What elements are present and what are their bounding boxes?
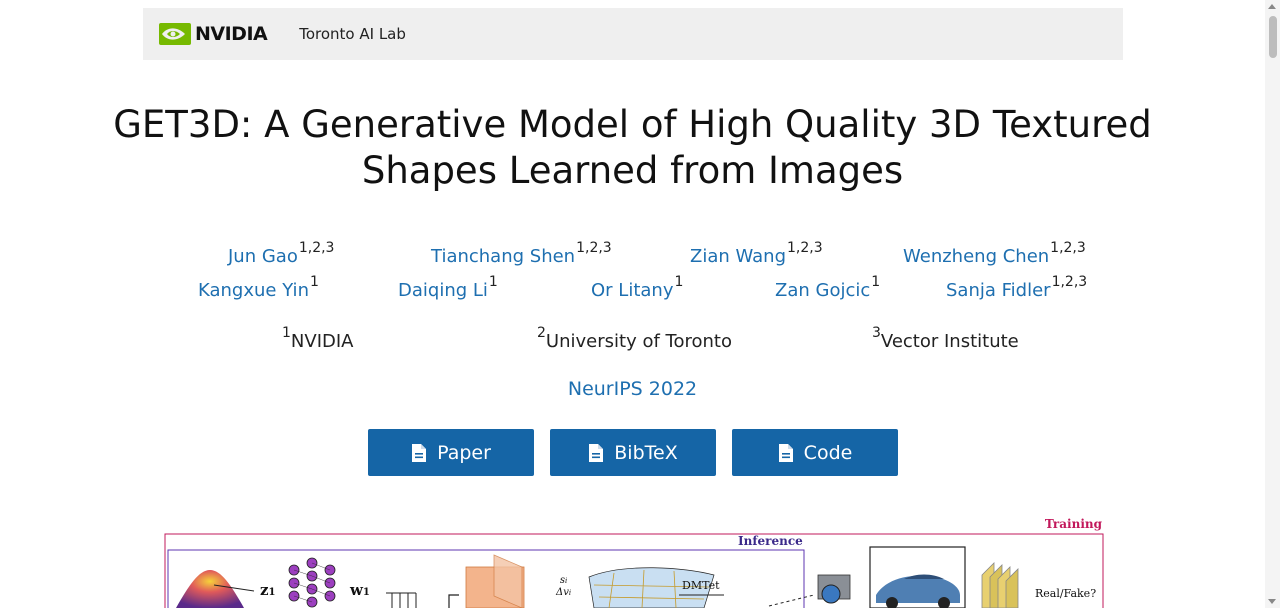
vertical-scrollbar[interactable] — [1265, 0, 1280, 608]
dmtet-label: DMTet — [682, 579, 720, 592]
author-affil-sup: 1 — [488, 274, 498, 290]
author-name[interactable]: Wenzheng Chen — [903, 246, 1049, 267]
file-icon — [589, 443, 604, 462]
bibtex-button-label[interactable]: BibTeX — [614, 442, 677, 464]
pipeline-diagram — [164, 533, 1104, 608]
affiliation-sup: 3 — [872, 325, 881, 341]
affiliation-sup: 2 — [537, 325, 546, 341]
bibtex-button[interactable]: BibTeX — [550, 429, 716, 476]
affiliation-nvidia: 1NVIDIA — [282, 325, 354, 352]
page-title: GET3D: A Generative Model of High Qualit… — [0, 102, 1265, 194]
author-name[interactable]: Or Litany — [591, 280, 673, 301]
title-line-2: Shapes Learned from Images — [361, 149, 904, 192]
author-link[interactable]: Sanja Fidler1,2,3 — [946, 274, 1087, 301]
author-name[interactable]: Kangxue Yin — [198, 280, 309, 301]
dv-label: Δv — [556, 587, 569, 598]
affiliation-name: University of Toronto — [545, 331, 732, 352]
author-name[interactable]: Jun Gao — [228, 246, 298, 267]
author-affil-sup: 1,2,3 — [298, 240, 335, 256]
w-label: w1 — [350, 581, 370, 599]
z-label-text: z — [260, 581, 269, 599]
author-link[interactable]: Daiqing Li1 — [398, 274, 498, 301]
file-icon — [412, 443, 427, 462]
author-link[interactable]: Zian Wang1,2,3 — [690, 240, 823, 267]
z-label-sub: 1 — [268, 587, 276, 598]
affiliation-name: Vector Institute — [880, 331, 1019, 352]
nvidia-logo[interactable]: NVIDIA — [159, 8, 268, 60]
scroll-down-arrow-icon[interactable] — [1268, 599, 1276, 604]
code-button-label[interactable]: Code — [804, 442, 853, 464]
paper-button-label[interactable]: Paper — [437, 442, 491, 464]
title-line-1: GET3D: A Generative Model of High Qualit… — [113, 103, 1152, 146]
author-name[interactable]: Zan Gojcic — [775, 280, 870, 301]
author-link[interactable]: Jun Gao1,2,3 — [228, 240, 334, 267]
venue-text[interactable]: NeurIPS 2022 — [568, 378, 697, 400]
s-label-sub: i — [565, 577, 568, 585]
author-affil-sup: 1,2,3 — [787, 240, 823, 256]
author-affil-sup: 1 — [309, 274, 319, 290]
author-affil-sup: 1,2,3 — [1051, 274, 1088, 290]
nvidia-wordmark: NVIDIA — [195, 23, 268, 45]
scrollbar-thumb[interactable] — [1269, 16, 1277, 58]
author-affil-sup: 1,2,3 — [1050, 240, 1086, 256]
nvidia-eye-icon — [159, 23, 191, 45]
real-fake-label: Real/Fake? — [1035, 587, 1097, 600]
author-name[interactable]: Sanja Fidler — [946, 280, 1051, 301]
author-affil-sup: 1 — [871, 274, 881, 290]
author-affil-sup: 1,2,3 — [576, 240, 612, 256]
w-label-text: w — [350, 581, 363, 599]
venue-link[interactable]: NeurIPS 2022 — [0, 378, 1265, 400]
file-icon — [778, 443, 793, 462]
scroll-up-arrow-icon[interactable] — [1268, 4, 1276, 9]
author-name[interactable]: Zian Wang — [690, 246, 786, 267]
inference-label: Inference — [738, 534, 803, 548]
author-affil-sup: 1 — [674, 274, 684, 290]
affiliation-toronto: 2University of Toronto — [537, 325, 732, 352]
training-label: Training — [1044, 517, 1102, 531]
author-link[interactable]: Or Litany1 — [591, 274, 683, 301]
w-label-sub: 1 — [362, 587, 370, 598]
lab-name[interactable]: Toronto AI Lab — [299, 25, 406, 43]
affiliation-sup: 1 — [282, 325, 291, 341]
paper-button[interactable]: Paper — [368, 429, 534, 476]
affiliation-name: NVIDIA — [290, 331, 354, 352]
author-link[interactable]: Wenzheng Chen1,2,3 — [903, 240, 1086, 267]
author-link[interactable]: Tianchang Shen1,2,3 — [431, 240, 612, 267]
z-label: z1 — [260, 581, 276, 599]
author-name[interactable]: Tianchang Shen — [431, 246, 575, 267]
sdf-deform-label: si Δvi — [556, 575, 571, 599]
pipeline-figure: Training Inference z1 w1 si Δvi DMTet Re… — [164, 515, 1106, 608]
author-link[interactable]: Kangxue Yin1 — [198, 274, 319, 301]
dv-label-sub: i — [568, 589, 572, 597]
author-link[interactable]: Zan Gojcic1 — [775, 274, 880, 301]
header-bar: NVIDIA Toronto AI Lab — [143, 8, 1123, 60]
author-name[interactable]: Daiqing Li — [398, 280, 488, 301]
affiliation-vector: 3Vector Institute — [872, 325, 1019, 352]
code-button[interactable]: Code — [732, 429, 898, 476]
